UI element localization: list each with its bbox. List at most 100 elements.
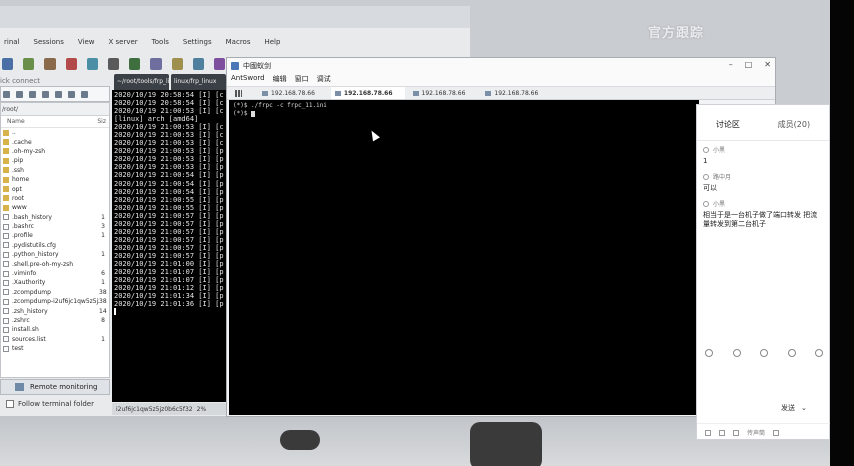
fullscreen-icon[interactable] — [773, 429, 780, 436]
file-row[interactable]: .Xauthority 1 — [1, 278, 109, 287]
file-row[interactable]: .cache — [1, 137, 109, 146]
follow-checkbox[interactable] — [6, 400, 14, 408]
file-row[interactable]: .zcompdump-i2uf6jc1qw5z5jz0...38 — [1, 297, 109, 306]
file-row[interactable]: .. — [1, 128, 109, 137]
file-icon — [3, 345, 9, 352]
remote-monitoring-button[interactable]: Remote monitoring — [0, 379, 110, 395]
file-row[interactable]: opt — [1, 184, 109, 193]
tab-shell[interactable]: 192.168.78.66 — [481, 87, 550, 99]
antsword-menubar: AntSword 编辑 窗口 调试 — [227, 74, 775, 86]
upload-icon[interactable] — [29, 90, 36, 98]
new-folder-icon[interactable] — [55, 90, 62, 98]
chat-text: 1 — [703, 157, 708, 165]
menu-item[interactable]: View — [78, 38, 95, 52]
menu-item[interactable]: 调试 — [317, 74, 331, 86]
sessions-icon[interactable] — [86, 58, 98, 70]
file-row[interactable]: .zshrc 8 — [1, 316, 109, 325]
cursor — [114, 308, 116, 316]
file-row[interactable]: .ssh — [1, 166, 109, 175]
file-row[interactable]: .oh-my-zsh — [1, 147, 109, 156]
tab-shell-active[interactable]: 192.168.78.66 — [330, 87, 405, 99]
file-row[interactable]: .python_history 1 — [1, 250, 109, 259]
tab-shell[interactable]: 192.168.78.66 — [258, 87, 327, 99]
file-row[interactable]: .viminfo 6 — [1, 269, 109, 278]
menu-item[interactable]: X server — [108, 38, 137, 52]
menu-item[interactable]: Help — [264, 38, 280, 52]
file-row[interactable]: .bash_history 1 — [1, 213, 109, 222]
refresh-icon[interactable] — [42, 90, 49, 98]
file-row[interactable]: root — [1, 194, 109, 203]
tab-members[interactable]: 成员(20) — [778, 119, 810, 130]
terminal-tab[interactable]: linux/frp_linux — [171, 74, 226, 90]
file-name: .cache — [12, 138, 32, 146]
file-row[interactable]: .zsh_history 14 — [1, 306, 109, 315]
menu-item[interactable]: 编辑 — [273, 74, 287, 86]
file-row[interactable]: sources.list 1 — [1, 335, 109, 344]
split-icon[interactable] — [107, 58, 120, 70]
menu-item[interactable]: rinal — [4, 38, 20, 52]
more-icon[interactable] — [787, 349, 796, 357]
tools-icon[interactable] — [44, 58, 56, 70]
file-name: .shell.pre-oh-my-zsh — [12, 260, 74, 268]
antsword-terminal[interactable]: (*)$ ./frpc -c frpc_11.ini (*)$ — [229, 100, 699, 415]
menu-item[interactable]: Macros — [226, 38, 251, 52]
tunneling-icon[interactable] — [150, 58, 162, 70]
frp-terminal[interactable]: 2020/10/19 20:58:54 [I] [c 2020/10/19 20:… — [112, 90, 228, 402]
download-icon[interactable] — [16, 90, 23, 98]
follow-terminal-folder[interactable]: Follow terminal folder — [0, 397, 110, 411]
games-icon[interactable] — [65, 58, 77, 70]
help-icon[interactable] — [213, 58, 226, 70]
file-row[interactable]: home — [1, 175, 109, 184]
tab-shell[interactable]: 192.168.78.66 — [409, 87, 478, 99]
file-row[interactable]: .shell.pre-oh-my-zsh — [1, 259, 109, 268]
add-icon[interactable] — [815, 349, 823, 357]
file-row[interactable]: .pip — [1, 156, 109, 165]
emoji-icon[interactable] — [705, 349, 713, 357]
file-row[interactable]: .profile 1 — [1, 231, 109, 240]
menu-item[interactable]: Settings — [183, 38, 212, 52]
terminal-tab[interactable]: ~/root/tools/frp_linu — [114, 74, 169, 90]
file-row[interactable]: www — [1, 203, 109, 212]
file-name: .bash_history — [12, 213, 52, 221]
servers-icon[interactable] — [23, 58, 35, 70]
packages-icon[interactable] — [171, 58, 183, 70]
file-row[interactable]: .pydistutils.cfg — [1, 241, 109, 250]
delete-icon[interactable] — [81, 90, 88, 98]
tab-home[interactable] — [231, 87, 254, 99]
new-file-icon[interactable] — [68, 90, 75, 98]
hand-icon[interactable] — [733, 429, 739, 436]
send-button[interactable]: 发送 ⌄ — [781, 403, 807, 413]
file-row[interactable]: install.sh — [1, 325, 109, 334]
file-icon — [3, 279, 9, 286]
col-size[interactable]: Siz — [97, 116, 106, 127]
mic-icon[interactable] — [705, 429, 711, 436]
settings-icon[interactable] — [192, 58, 204, 70]
file-row[interactable]: test — [1, 344, 109, 353]
menu-item[interactable]: AntSword — [231, 74, 265, 86]
terminal-line: 2020/10/19 21:01:00 [I] [p — [114, 259, 224, 268]
sftp-path[interactable]: /root/ — [1, 103, 109, 116]
col-name[interactable]: Name — [7, 116, 25, 127]
file-row[interactable]: .zcompdump 38 — [1, 288, 109, 297]
scissors-icon[interactable] — [732, 349, 741, 357]
close-icon[interactable]: ✕ — [764, 60, 771, 69]
maximize-icon[interactable]: □ — [745, 60, 753, 69]
menu-item[interactable]: Tools — [152, 38, 169, 52]
session-icon[interactable] — [2, 58, 14, 70]
file-size: 38 — [99, 298, 107, 306]
image-icon[interactable] — [760, 349, 768, 357]
send-options-icon[interactable]: ⌄ — [801, 404, 807, 412]
menu-item[interactable]: Sessions — [34, 38, 64, 52]
up-folder-icon[interactable] — [3, 90, 10, 98]
multiexec-icon[interactable] — [129, 58, 141, 70]
tab-discussion[interactable]: 讨论区 — [716, 119, 740, 130]
menu-item[interactable]: 窗口 — [295, 74, 309, 86]
speaker-icon[interactable] — [719, 429, 725, 436]
send-label: 发送 — [781, 404, 795, 412]
chat-tools — [705, 349, 823, 357]
folder-icon — [412, 90, 419, 96]
folder-icon — [3, 148, 9, 155]
file-row[interactable]: .bashrc 3 — [1, 222, 109, 231]
file-icon — [3, 270, 9, 277]
minimize-icon[interactable]: – — [729, 60, 733, 69]
